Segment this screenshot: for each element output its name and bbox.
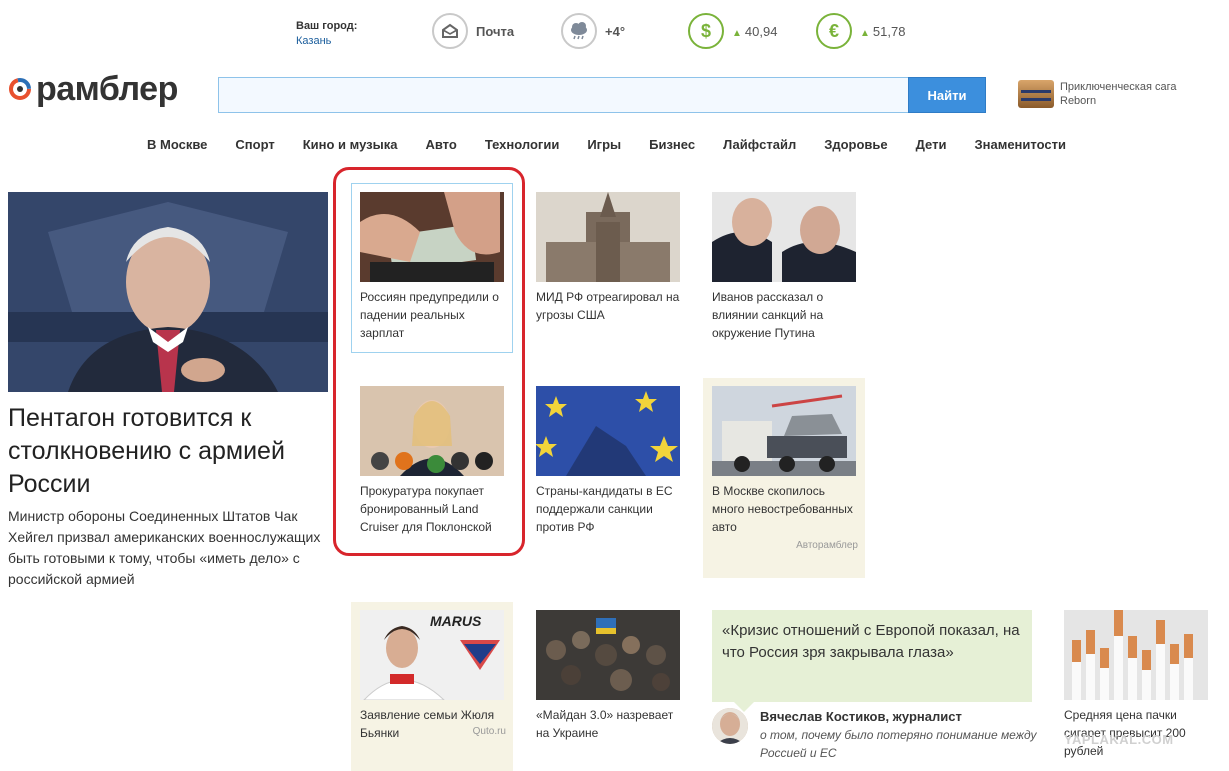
euro-icon: € [816, 13, 852, 49]
nav-item-tech[interactable]: Технологии [485, 137, 559, 152]
game-promo-icon [1018, 80, 1054, 108]
watermark: YAPLAKAL.COM [1064, 732, 1174, 747]
mail-widget[interactable]: Почта [432, 12, 514, 50]
news-caption: В Москве скопилось много невостребованны… [712, 484, 853, 534]
news-caption: «Майдан 3.0» назревает на Украине [536, 708, 674, 740]
promo-link[interactable]: Приключенческая сага Reborn [1018, 80, 1177, 108]
dollar-widget[interactable]: $ ▲ 40,94 [688, 12, 777, 50]
nav-item-auto[interactable]: Авто [425, 137, 456, 152]
search-bar: Найти [218, 77, 986, 113]
cloud-rain-icon [561, 13, 597, 49]
news-thumbnail [1064, 610, 1208, 700]
euro-rate: 51,78 [872, 23, 906, 39]
euro-widget[interactable]: € ▲ 51,78 [816, 12, 905, 50]
nav-item-games[interactable]: Игры [587, 137, 621, 152]
city-link[interactable]: Казань [296, 35, 331, 47]
nav-item-business[interactable]: Бизнес [649, 137, 695, 152]
nav-item-kids[interactable]: Дети [916, 137, 947, 152]
weather-widget[interactable]: +4° [561, 12, 625, 50]
nav-item-celebrities[interactable]: Знаменитости [974, 137, 1065, 152]
avatar [712, 708, 748, 744]
dollar-rate: 40,94 [744, 23, 778, 39]
news-caption: Иванов рассказал о влиянии санкций на ок… [712, 290, 824, 340]
nav-item-sport[interactable]: Спорт [235, 137, 274, 152]
nav-item-moscow[interactable]: В Москве [147, 137, 207, 152]
promo-line2: Reborn [1060, 95, 1097, 107]
mail-icon [432, 13, 468, 49]
nav-item-health[interactable]: Здоровье [824, 137, 887, 152]
news-source[interactable]: Авторамблер [712, 540, 858, 551]
quote-author[interactable]: Вячеслав Костиков, журналист о том, поче… [712, 708, 1040, 762]
news-tile[interactable]: Иванов рассказал о влиянии санкций на ок… [712, 192, 858, 342]
news-thumbnail [536, 386, 680, 476]
news-caption: Страны-кандидаты в ЕС поддержали санкции… [536, 484, 673, 534]
news-tile[interactable]: «Майдан 3.0» назревает на Украине [536, 610, 682, 742]
main-story-lead[interactable]: Министр обороны Соединенных Штатов Чак Х… [8, 506, 328, 590]
news-tile[interactable]: МИД РФ отреагировал на угрозы США [536, 192, 682, 324]
author-name: Вячеслав Костиков, журналист [760, 709, 962, 724]
nav-item-cinema-music[interactable]: Кино и музыка [303, 137, 398, 152]
weather-value: +4° [605, 23, 626, 39]
up-arrow-icon: ▲ [732, 27, 742, 39]
highlight-annotation [333, 167, 525, 556]
main-story-title[interactable]: Пентагон готовится к столкновению с арми… [8, 402, 328, 501]
author-description: о том, почему было потеряно понимание ме… [760, 728, 1037, 760]
search-input[interactable] [218, 77, 908, 113]
news-tile[interactable]: Страны-кандидаты в ЕС поддержали санкции… [536, 386, 682, 536]
top-bar: Ваш город: Казань Почта +4° $ ▲ 40,94 € ▲… [0, 0, 1229, 62]
city-label: Ваш город: [296, 20, 358, 32]
news-thumbnail [712, 386, 856, 476]
rambler-logo-icon [9, 78, 31, 100]
promo-line1: Приключенческая сага [1060, 81, 1177, 93]
quote-box[interactable]: «Кризис отношений с Европой показал, на … [712, 610, 1032, 712]
rambler-logo[interactable]: рамблер [6, 66, 178, 112]
news-caption: МИД РФ отреагировал на угрозы США [536, 290, 680, 322]
nav-item-lifestyle[interactable]: Лайфстайл [723, 137, 796, 152]
mail-label: Почта [476, 23, 515, 39]
search-button[interactable]: Найти [908, 77, 986, 113]
city-selector: Ваш город: Казань [296, 19, 357, 49]
news-tile[interactable]: MARUS Заявление семьи Жюля Бьянки Quto.r… [360, 610, 506, 740]
dollar-icon: $ [688, 13, 724, 49]
up-arrow-icon: ▲ [860, 27, 870, 39]
logo-text: рамблер [36, 69, 178, 108]
news-thumbnail [536, 610, 680, 700]
news-thumbnail [536, 192, 680, 282]
svg-text:MARUS: MARUS [430, 613, 482, 629]
news-thumbnail [712, 192, 856, 282]
news-tile[interactable]: В Москве скопилось много невостребованны… [712, 386, 858, 551]
main-story-image[interactable] [8, 192, 328, 392]
category-nav: В Москве Спорт Кино и музыка Авто Технол… [147, 137, 1094, 152]
news-thumbnail: MARUS [360, 610, 504, 700]
